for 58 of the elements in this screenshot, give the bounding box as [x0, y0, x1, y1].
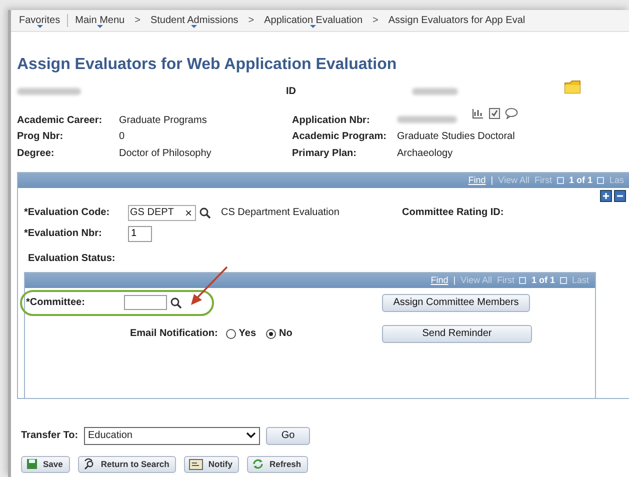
field-label: *Committee:	[26, 297, 86, 308]
field-label: Evaluation Status:	[28, 252, 116, 264]
page-title: Assign Evaluators for Web Application Evaluation	[17, 56, 398, 74]
clear-icon[interactable]: ×	[184, 206, 192, 220]
chevron-down-icon	[246, 432, 256, 439]
chart-icon[interactable]	[472, 108, 484, 119]
field-label: Transfer To:	[21, 430, 80, 441]
link-divider: |	[490, 175, 494, 185]
toolbar-button[interactable]: Save	[21, 456, 70, 472]
field-label: Application Nbr:	[292, 114, 371, 126]
field-label: Academic Career:	[17, 114, 104, 126]
assign-button[interactable]: Assign Committee Members	[382, 294, 530, 312]
row-count: 1 of 1	[568, 175, 592, 185]
go-button[interactable]: Go	[266, 426, 310, 444]
radio-label[interactable]: No	[279, 328, 292, 339]
breadcrumb-separator: >	[247, 15, 256, 26]
committee-field[interactable]	[124, 295, 167, 310]
toolbar-button[interactable]: Return to Search	[78, 456, 176, 472]
link-divider: |	[453, 275, 456, 285]
code-field[interactable]: GS DEPT ×	[128, 204, 196, 220]
envelope-icon	[189, 458, 204, 470]
field-value: CS Department Evaluation	[221, 207, 340, 218]
search-icon[interactable]	[170, 296, 182, 308]
radio-label[interactable]: Yes	[238, 328, 256, 339]
radio-button[interactable]	[226, 328, 236, 338]
speech-bubble-icon[interactable]	[505, 108, 518, 119]
arrow-annotation	[189, 266, 229, 306]
send-reminder-button[interactable]: Send Reminder	[382, 324, 532, 342]
checklist-icon[interactable]	[489, 108, 500, 119]
search-icon[interactable]	[199, 206, 211, 218]
magnifier-icon	[82, 458, 96, 470]
field-value: Graduate Programs	[119, 114, 207, 126]
number-field[interactable]: 1	[128, 226, 152, 242]
toolbar-button[interactable]: Notify	[184, 456, 240, 472]
field-value: Archaeology	[397, 148, 453, 159]
breadcrumb-link[interactable]: Assign Evaluators for App Eval	[383, 15, 530, 26]
field-label: Degree:	[17, 148, 56, 159]
toolbar-button[interactable]: Refresh	[247, 456, 308, 472]
field-label: Academic Program:	[292, 131, 388, 142]
refresh-arrows-icon	[252, 458, 264, 470]
folder-icon[interactable]	[564, 79, 581, 94]
field-label: Primary Plan:	[292, 148, 358, 159]
delete-row-icon[interactable]	[614, 190, 626, 202]
field-value: 0	[119, 131, 125, 142]
field-label: Email Notification:	[130, 328, 218, 339]
add-row-icon[interactable]	[600, 190, 612, 202]
breadcrumb-separator: >	[134, 15, 142, 26]
field-label: *Evaluation Code:	[24, 207, 111, 218]
radio-button[interactable]	[266, 328, 276, 338]
field-value: Doctor of Philosophy	[119, 148, 212, 159]
field-value: Graduate Studies Doctoral	[397, 131, 515, 142]
field-label: ID	[286, 86, 296, 96]
transfer-dropdown[interactable]: Education	[84, 426, 260, 444]
breadcrumb-separator: >	[372, 15, 380, 26]
field-label: *Evaluation Nbr:	[24, 228, 103, 239]
field-label: Prog Nbr:	[17, 131, 64, 142]
field-label: Committee Rating ID:	[402, 207, 504, 218]
row-count: 1 of 1	[531, 275, 555, 285]
